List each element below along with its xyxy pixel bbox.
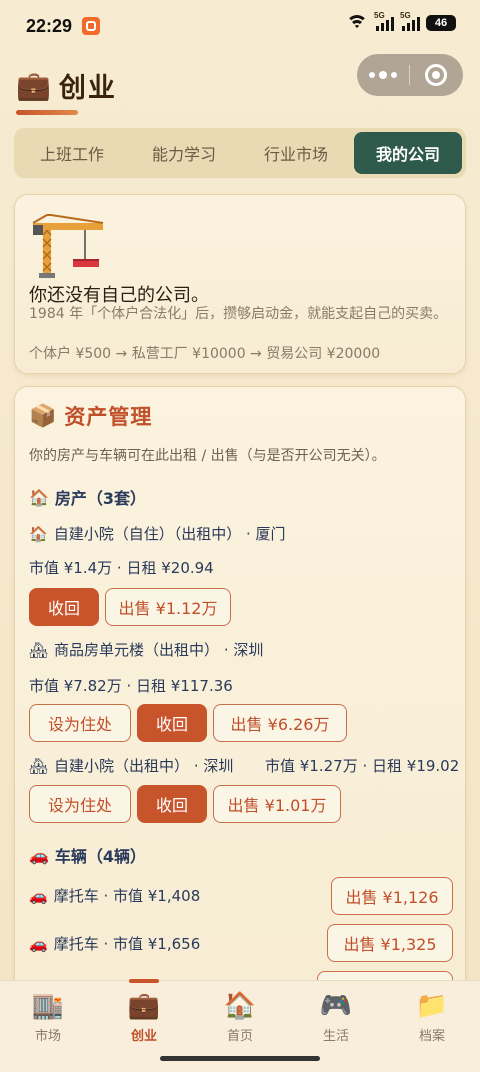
home-icon: 🏠 — [223, 991, 257, 1021]
gamepad-icon: 🎮 — [319, 991, 353, 1021]
title-underline — [16, 110, 78, 115]
assets-header: 📦 资产管理 — [29, 401, 152, 431]
car-icon: 🚗 — [29, 845, 49, 865]
status-bar: 22:29 5G 5G 46 — [0, 0, 480, 54]
tab-learning[interactable]: 能力学习 — [130, 132, 238, 174]
property-title: 🏠 自建小院（自住）（出租中） · 厦门 — [29, 524, 286, 544]
house-icon: 🏠 — [29, 487, 49, 507]
houses-icon: 🏘 — [29, 640, 49, 659]
car-icon: 🚗 — [29, 934, 48, 953]
close-miniprogram-icon[interactable] — [410, 64, 462, 86]
briefcase-icon: 💼 — [16, 68, 51, 102]
wifi-icon — [346, 15, 368, 31]
vehicle-item: 🚗 摩托车 · 市值 ¥1,656 — [29, 934, 201, 954]
set-home-button[interactable]: 设为住处 — [29, 785, 131, 823]
set-home-button[interactable]: 设为住处 — [29, 704, 131, 742]
no-company-message: 你还没有自己的公司。 — [29, 285, 209, 306]
status-time: 22:29 — [26, 16, 73, 36]
page-header: 💼 创业 — [16, 66, 117, 105]
home-indicator[interactable] — [160, 1056, 320, 1061]
house-icon: 🏠 — [29, 524, 48, 543]
battery-icon: 46 — [426, 15, 456, 31]
houses-icon: 🏘 — [29, 756, 49, 775]
assets-title: 资产管理 — [64, 405, 153, 429]
sell-property-button[interactable]: 出售 ¥1.12万 — [105, 588, 231, 626]
status-icons: 5G 5G 46 — [346, 11, 456, 31]
reclaim-button[interactable]: 收回 — [29, 588, 99, 626]
tab-market[interactable]: 行业市场 — [242, 132, 350, 174]
reclaim-button[interactable]: 收回 — [137, 785, 207, 823]
page-title: 创业 — [58, 73, 117, 104]
sell-property-button[interactable]: 出售 ¥6.26万 — [213, 704, 347, 742]
sell-vehicle-button[interactable]: 出售 ¥1,325 — [327, 924, 453, 962]
package-icon: 📦 — [29, 403, 57, 429]
property-title: 🏘 自建小院（出租中） · 深圳 — [29, 756, 234, 776]
folder-icon: 📁 — [415, 991, 449, 1021]
nav-archive[interactable]: 📁 档案 — [384, 981, 480, 1072]
company-upgrade-path: 个体户 ¥500 → 私营工厂 ¥10000 → 贸易公司 ¥20000 — [29, 346, 381, 362]
mini-program-capsule — [357, 54, 463, 96]
sell-property-button[interactable]: 出售 ¥1.01万 — [213, 785, 341, 823]
company-description: 1984 年「个体户合法化」后，攒够启动金，就能支起自己的买卖。 — [29, 306, 448, 322]
tab-my-company[interactable]: 我的公司 — [354, 132, 462, 174]
tab-bar: 上班工作 能力学习 行业市场 我的公司 — [14, 128, 466, 178]
reclaim-button[interactable]: 收回 — [137, 704, 207, 742]
app-notification-icon — [82, 17, 100, 35]
briefcase-icon: 💼 — [127, 991, 161, 1021]
property-meta: 市值 ¥7.82万 · 日租 ¥117.36 — [29, 677, 233, 695]
sell-vehicle-button[interactable]: 出售 ¥1,126 — [331, 877, 453, 915]
tab-work[interactable]: 上班工作 — [18, 132, 126, 174]
more-icon[interactable] — [357, 70, 409, 79]
company-card: 你还没有自己的公司。 1984 年「个体户合法化」后，攒够启动金，就能支起自己的… — [14, 194, 466, 374]
signal-icon-2: 5G — [400, 11, 420, 31]
building-icon: 🏬 — [31, 991, 65, 1021]
property-title: 🏘 商品房单元楼（出租中） · 深圳 — [29, 640, 264, 660]
assets-note: 你的房产与车辆可在此出租 / 出售（与是否开公司无关）。 — [29, 448, 386, 464]
property-meta: 市值 ¥1.4万 · 日租 ¥20.94 — [29, 559, 214, 577]
crane-icon — [32, 214, 104, 278]
nav-market[interactable]: 🏬 市场 — [0, 981, 96, 1072]
car-icon: 🚗 — [29, 886, 48, 905]
property-heading: 🏠 房产（3套） — [29, 487, 147, 509]
property-meta: 市值 ¥1.27万 · 日租 ¥19.02 — [265, 757, 460, 775]
vehicle-heading: 🚗 车辆（4辆） — [29, 845, 147, 867]
signal-icon: 5G — [374, 11, 394, 31]
vehicle-item: 🚗 摩托车 · 市值 ¥1,408 — [29, 886, 201, 906]
assets-card: 📦 资产管理 你的房产与车辆可在此出租 / 出售（与是否开公司无关）。 🏠 房产… — [14, 386, 466, 1026]
